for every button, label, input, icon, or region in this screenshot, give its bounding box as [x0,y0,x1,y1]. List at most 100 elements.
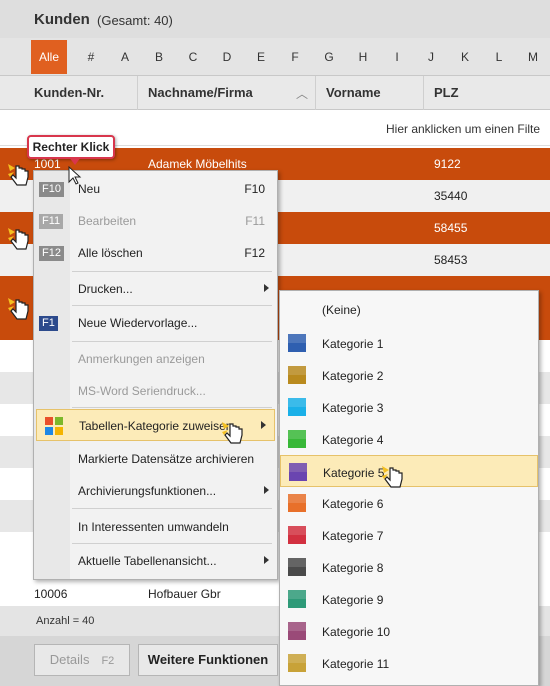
alpha-e[interactable]: E [244,38,278,76]
alpha-all[interactable]: Alle [31,40,67,74]
alpha-f[interactable]: F [278,38,312,76]
alphabet-filter-bar: Alle # A B C D E F G H I J K L M [0,38,550,76]
submenu-item-kategorie-8[interactable]: Kategorie 8 [280,551,538,583]
alpha-h[interactable]: H [346,38,380,76]
alpha-g[interactable]: G [312,38,346,76]
submenu-item-kategorie-6[interactable]: Kategorie 6 [280,487,538,519]
col-kundennr[interactable]: Kunden-Nr. [24,76,138,110]
submenu-item-kategorie-3[interactable]: Kategorie 3 [280,391,538,423]
total-count: (Gesamt: 40) [97,13,173,28]
menu-separator [72,508,272,509]
category-color-icon [288,526,306,544]
more-functions-button[interactable]: Weitere Funktionen [138,644,278,676]
cell-plz: 9122 [434,157,461,171]
submenu-item-label: (Keine) [322,303,361,317]
alpha-m[interactable]: M [516,38,550,76]
submenu-arrow-icon [264,284,269,292]
menu-item-drucken[interactable]: Drucken... [34,273,277,305]
alpha-i[interactable]: I [380,38,414,76]
submenu-item-label: Kategorie 4 [322,433,384,447]
menu-separator [72,341,272,342]
filter-hint[interactable]: Hier anklicken um einen Filte [386,122,540,136]
col-nachname[interactable]: Nachname/Firma [138,76,316,110]
submenu-item-label: Kategorie 10 [322,625,391,639]
category-color-icon [288,558,306,576]
menu-separator [72,271,272,272]
submenu-item-kategorie-10[interactable]: Kategorie 10 [280,615,538,647]
record-count: Anzahl = 40 [36,615,95,627]
menu-item-alle-loeschen[interactable]: F12 Alle löschen F12 [34,237,277,269]
alpha-a[interactable]: A [108,38,142,76]
cell-plz: 58453 [434,253,468,267]
submenu-item-kategorie-5[interactable]: Kategorie 5 [280,455,538,487]
menu-shortcut: F11 [245,214,265,228]
submenu-arrow-icon [264,486,269,494]
key-badge: F11 [39,214,64,229]
submenu-item-label: Kategorie 1 [322,337,384,351]
submenu-item-label: Kategorie 6 [322,497,384,511]
menu-item-archivierung[interactable]: Archivierungsfunktionen... [34,475,277,507]
menu-item-msword[interactable]: MS-Word Seriendruck... [34,375,277,407]
details-button[interactable]: Details F2 [34,644,130,676]
category-color-icon [288,398,306,416]
menu-shortcut: F12 [244,246,265,260]
menu-item-label: Neue Wiedervorlage... [78,316,198,330]
menu-item-label: Bearbeiten [78,214,137,228]
submenu-item-kategorie-11[interactable]: Kategorie 11 [280,647,538,679]
menu-shortcut: F10 [244,182,265,196]
submenu-arrow-icon [264,556,269,564]
details-label: Details [49,652,90,667]
menu-item-ansicht[interactable]: Aktuelle Tabellenansicht... [34,545,277,577]
category-color-icon [288,654,306,672]
submenu-item-kategorie-9[interactable]: Kategorie 9 [280,583,538,615]
alpha-c[interactable]: C [176,38,210,76]
hand-cursor-icon [382,466,403,488]
menu-item-label: Aktuelle Tabellenansicht... [78,554,217,568]
alpha-d[interactable]: D [210,38,244,76]
submenu-arrow-icon [261,421,266,429]
menu-item-label: Tabellen-Kategorie zuweisen [79,419,233,433]
category-color-icon [288,494,306,512]
menu-item-label: In Interessenten umwandeln [78,520,229,534]
key-badge: F12 [39,246,64,261]
submenu-item-kategorie-2[interactable]: Kategorie 2 [280,359,538,391]
page-title: Kunden [34,11,90,28]
col-plz[interactable]: PLZ [424,76,550,110]
menu-item-bearbeiten[interactable]: F11 Bearbeiten F11 [34,205,277,237]
category-color-icon [288,334,306,352]
submenu-item-keine[interactable]: (Keine) [280,293,538,325]
menu-item-anmerkungen[interactable]: Anmerkungen anzeigen [34,343,277,375]
menu-separator [72,407,272,408]
submenu-item-label: Kategorie 9 [322,593,384,607]
col-vorname[interactable]: Vorname [316,76,424,110]
submenu-item-label: Kategorie 7 [322,529,384,543]
menu-item-label: Markierte Datensätze archivieren [78,452,255,466]
alpha-j[interactable]: J [414,38,448,76]
alpha-hash[interactable]: # [74,38,108,76]
menu-item-wiedervorlage[interactable]: F1 Neue Wiedervorlage... [34,307,277,339]
hand-cursor-icon [8,298,29,320]
submenu-item-kategorie-4[interactable]: Kategorie 4 [280,423,538,455]
callout-tail [69,157,81,165]
submenu-item-kategorie-1[interactable]: Kategorie 1 [280,327,538,359]
cell-plz: 35440 [434,189,468,203]
title-bar: Kunden (Gesamt: 40) [0,0,550,38]
alpha-b[interactable]: B [142,38,176,76]
submenu-item-kategorie-7[interactable]: Kategorie 7 [280,519,538,551]
cell-kundennr: 10006 [34,587,68,601]
category-color-icon [288,590,306,608]
menu-item-label: Archivierungsfunktionen... [78,484,217,498]
submenu-item-label: Kategorie 11 [322,657,390,671]
right-click-callout: Rechter Klick [27,135,115,165]
submenu-item-label: Kategorie 5 [323,466,385,480]
key-badge: F1 [39,316,58,331]
hand-cursor-icon [222,422,243,444]
context-menu: F10 Neu F10 F11 Bearbeiten F11 F12 Alle … [33,170,278,580]
alpha-k[interactable]: K [448,38,482,76]
menu-separator [72,543,272,544]
menu-item-label: Alle löschen [78,246,143,260]
submenu-item-label: Kategorie 2 [322,369,384,383]
callout-label: Rechter Klick [32,140,110,154]
alpha-l[interactable]: L [482,38,516,76]
menu-item-interessenten[interactable]: In Interessenten umwandeln [34,511,277,543]
